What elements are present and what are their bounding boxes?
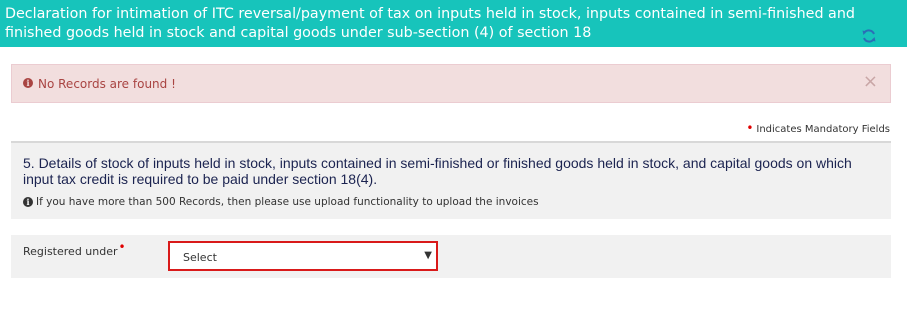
page-header: Declaration for intimation of ITC revers… — [0, 0, 907, 47]
upload-note-text: If you have more than 500 Records, then … — [36, 196, 539, 208]
select-value: Select — [183, 251, 217, 264]
refresh-icon[interactable] — [861, 28, 877, 44]
page-title: Declaration for intimation of ITC revers… — [5, 6, 855, 41]
no-records-alert: i No Records are found ! × — [11, 64, 891, 103]
registered-under-label-text: Registered under — [23, 245, 118, 258]
mandatory-fields-note: • Indicates Mandatory Fields — [746, 121, 890, 135]
alert-message: No Records are found ! — [38, 77, 176, 91]
required-marker: • — [118, 240, 126, 254]
info-icon: i — [23, 197, 33, 207]
mandatory-note-text: Indicates Mandatory Fields — [756, 124, 890, 135]
chevron-down-icon: ▼ — [424, 250, 432, 261]
registered-under-label: Registered under• — [23, 240, 126, 258]
close-icon[interactable]: × — [863, 73, 878, 91]
required-marker: • — [746, 121, 754, 135]
section-5-title: 5. Details of stock of inputs held in st… — [23, 155, 852, 187]
info-icon: i — [23, 78, 33, 88]
section-5-panel: 5. Details of stock of inputs held in st… — [11, 141, 891, 219]
registered-under-panel: Registered under• Select ▼ — [11, 235, 891, 278]
upload-note: i If you have more than 500 Records, then… — [23, 196, 539, 208]
registered-under-select[interactable]: Select ▼ — [168, 241, 438, 271]
